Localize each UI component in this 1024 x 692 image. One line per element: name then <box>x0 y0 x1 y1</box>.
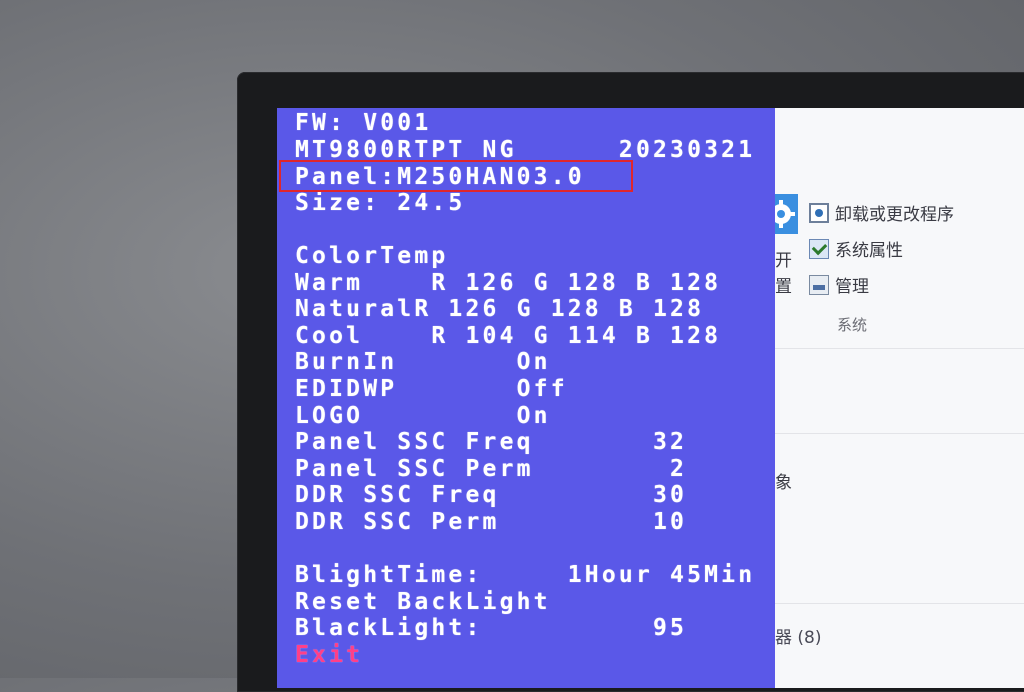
monitor-service-osd: FW: V001 MT9800RTPT NG 20230321 Panel:M2… <box>277 108 775 688</box>
devices-fragment[interactable]: 器 (8) <box>775 623 821 648</box>
osd-cool-line[interactable]: Cool R 104 G 114 B 128 <box>295 323 721 349</box>
osd-ddr-ssc-perm[interactable]: DDR SSC Perm 10 <box>295 509 687 535</box>
osd-backlight-line[interactable]: BlackLight: 95 <box>295 615 687 641</box>
osd-size-line: Size: 24.5 <box>295 190 466 216</box>
manage-icon <box>809 274 829 295</box>
ribbon-divider <box>775 348 1024 349</box>
manage-label: 管理 <box>835 277 869 297</box>
osd-burnin-line[interactable]: BurnIn On <box>295 349 551 375</box>
open-settings-fragment-2: 置 <box>775 277 792 297</box>
windows-ribbon-area <box>775 108 1024 688</box>
osd-natural-line[interactable]: NaturalR 126 G 128 B 128 <box>295 296 704 322</box>
uninstall-program-link[interactable]: 卸载或更改程序 <box>809 200 954 225</box>
section-divider <box>775 603 1024 604</box>
section-divider <box>775 433 1024 434</box>
object-fragment: 象 <box>775 473 792 493</box>
system-properties-link[interactable]: 系统属性 <box>809 236 903 261</box>
osd-exit-button[interactable]: Exit <box>295 642 363 668</box>
osd-edidwp-line[interactable]: EDIDWP Off <box>295 376 568 402</box>
osd-colortemp-heading: ColorTemp <box>295 243 449 269</box>
uninstall-icon <box>809 202 829 223</box>
osd-warm-line[interactable]: Warm R 126 G 128 B 128 <box>295 270 721 296</box>
osd-firmware-line: FW: V001 <box>295 110 432 136</box>
osd-reset-backlight[interactable]: Reset BackLight <box>295 589 551 615</box>
osd-panel-ssc-freq[interactable]: Panel SSC Freq 32 <box>295 429 687 455</box>
manage-link[interactable]: 管理 <box>809 272 869 297</box>
system-group-label: 系统 <box>837 316 868 334</box>
uninstall-program-label: 卸载或更改程序 <box>835 205 954 225</box>
panel-highlight-box <box>279 160 633 192</box>
system-properties-label: 系统属性 <box>835 241 903 261</box>
osd-ddr-ssc-freq[interactable]: DDR SSC Freq 30 <box>295 482 687 508</box>
osd-logo-line[interactable]: LOGO On <box>295 403 551 429</box>
system-properties-icon <box>809 238 829 259</box>
open-settings-fragment-1: 开 <box>775 251 792 271</box>
osd-panel-ssc-perm[interactable]: Panel SSC Perm 2 <box>295 456 687 482</box>
osd-blighttime-line: BlightTime: 1Hour 45Min <box>295 562 756 588</box>
monitor-screen: 开 置 卸载或更改程序 系统属性 管理 系统 象 器 (8) FW: V001 … <box>277 108 1024 688</box>
